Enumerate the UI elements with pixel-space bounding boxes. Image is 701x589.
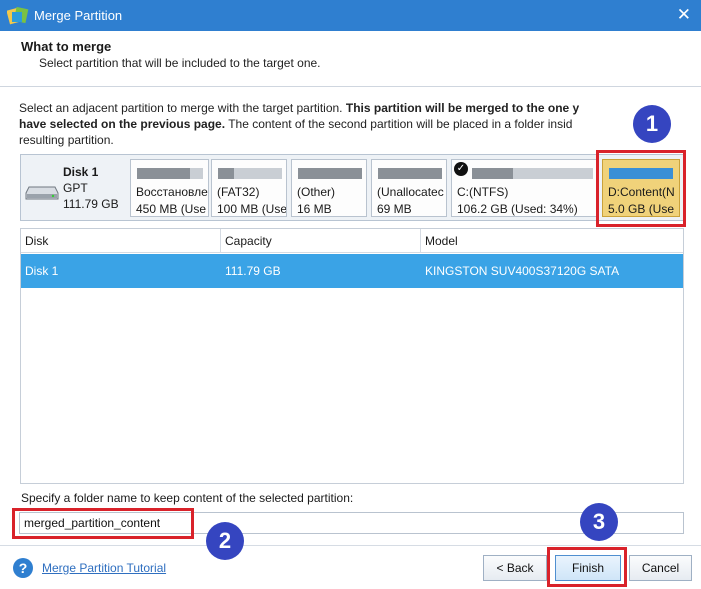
partition-info: 100 MB (Use [217, 202, 287, 216]
partition-name: (Unallocatec [377, 185, 444, 199]
table-header: Disk Capacity Model [21, 229, 683, 253]
hard-disk-icon [25, 186, 59, 200]
app-logo-icon [7, 6, 29, 24]
column-header-model[interactable]: Model [421, 229, 683, 253]
cell-capacity: 111.79 GB [225, 264, 281, 278]
instruction-line-3: resulting partition. [19, 133, 114, 147]
instruction-text: The content of the second partition will… [225, 117, 573, 131]
back-button[interactable]: < Back [483, 555, 547, 581]
cell-disk: Disk 1 [25, 264, 59, 278]
partition-info: 450 MB (Use [136, 202, 207, 216]
partition-block[interactable]: (Other) 16 MB [291, 159, 367, 217]
folder-name-label: Specify a folder name to keep content of… [21, 491, 354, 505]
partition-info: 69 MB [377, 202, 412, 216]
partition-usage-fill [472, 168, 514, 179]
help-icon[interactable]: ? [13, 558, 33, 578]
cancel-button[interactable]: Cancel [629, 555, 692, 581]
partition-usage-bar [609, 168, 673, 179]
instruction-bold-text: This partition will be merged to the one… [345, 101, 580, 115]
partition-block[interactable]: (FAT32) 100 MB (Use [211, 159, 287, 217]
partition-name: (Other) [297, 185, 336, 199]
disk-info[interactable]: Disk 1 GPT 111.79 GB [21, 155, 129, 220]
partition-usage-fill [218, 168, 234, 179]
wizard-header: What to merge Select partition that will… [0, 31, 701, 87]
annotation-badge-2: 2 [206, 522, 244, 560]
page-subtitle: Select partition that will be included t… [39, 56, 321, 70]
partition-info: 16 MB [297, 202, 332, 216]
table-row[interactable]: Disk 1 111.79 GB KINGSTON SUV400S37120G … [21, 254, 683, 288]
instruction-bold-text: have selected on the previous page. [19, 117, 226, 131]
finish-button[interactable]: Finish [555, 555, 621, 581]
disk-table: Disk Capacity Model Disk 1 111.79 GB KIN… [20, 228, 684, 484]
disk-map: Disk 1 GPT 111.79 GB Восстановле 450 MB … [20, 154, 684, 221]
annotation-badge-3: 3 [580, 503, 618, 541]
partition-info: 5.0 GB (Use [608, 202, 675, 216]
instruction-line-2: have selected on the previous page. The … [19, 116, 649, 132]
disk-size: 111.79 GB [63, 197, 119, 211]
disk-type: GPT [63, 181, 88, 195]
instructions: Select an adjacent partition to merge wi… [19, 100, 649, 148]
partition-name: D:Content(N [608, 185, 675, 199]
checkmark-icon: ✓ [454, 162, 468, 176]
partition-name: C:(NTFS) [457, 185, 509, 199]
partition-block[interactable]: ✓ C:(NTFS) 106.2 GB (Used: 34%) [451, 159, 598, 217]
window-title: Merge Partition [34, 8, 123, 23]
instruction-line-1: Select an adjacent partition to merge wi… [19, 100, 649, 116]
partition-usage-bar [218, 168, 282, 179]
partition-usage-bar [472, 168, 593, 179]
partition-name: Восстановле [136, 185, 208, 199]
partition-usage-bar [298, 168, 362, 179]
disk-name: Disk 1 [63, 165, 99, 179]
page-title: What to merge [21, 39, 112, 54]
partition-usage-fill [137, 168, 190, 179]
cell-model: KINGSTON SUV400S37120G SATA [425, 264, 620, 278]
instruction-text: Select an adjacent partition to merge wi… [19, 101, 346, 115]
partition-block-selected[interactable]: D:Content(N 5.0 GB (Use [602, 159, 680, 217]
annotation-badge-1: 1 [633, 105, 671, 143]
partition-usage-bar [378, 168, 442, 179]
merge-partition-tutorial-link[interactable]: Merge Partition Tutorial [42, 561, 166, 575]
column-header-disk[interactable]: Disk [21, 229, 221, 253]
close-icon[interactable]: ✕ [677, 5, 691, 25]
partition-name: (FAT32) [217, 185, 260, 199]
partition-usage-fill [378, 168, 442, 179]
partition-info: 106.2 GB (Used: 34%) [457, 202, 578, 216]
partition-usage-fill [298, 168, 362, 179]
partition-usage-bar [137, 168, 203, 179]
partition-block[interactable]: Восстановле 450 MB (Use [130, 159, 209, 217]
partition-block[interactable]: (Unallocatec 69 MB [371, 159, 447, 217]
title-bar: Merge Partition ✕ [0, 0, 701, 31]
column-header-capacity[interactable]: Capacity [221, 229, 421, 253]
